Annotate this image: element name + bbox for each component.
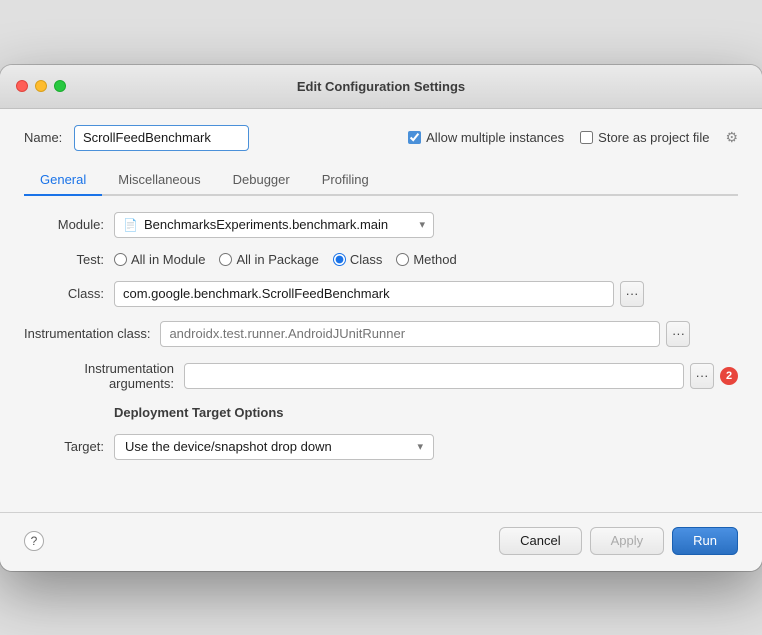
class-browse-button[interactable]: ··· [620,281,644,307]
instrumentation-class-field-row: ··· [160,321,690,347]
instrumentation-args-field-row: ··· 2 [184,363,738,389]
class-row: Class: ··· [24,281,738,307]
tab-debugger[interactable]: Debugger [217,165,306,196]
title-bar: Edit Configuration Settings [0,65,762,109]
instrumentation-args-row: Instrumentation arguments: ··· 2 [24,361,738,391]
module-text: BenchmarksExperiments.benchmark.main [144,217,414,232]
module-select[interactable]: 📄 BenchmarksExperiments.benchmark.main ▾ [114,212,434,238]
gear-icon[interactable]: ⚙ [725,129,738,146]
dialog-window: Edit Configuration Settings Name: Allow … [0,65,762,571]
bottom-bar: ? Cancel Apply Run [0,512,762,571]
tab-profiling[interactable]: Profiling [306,165,385,196]
instrumentation-class-input[interactable] [160,321,660,347]
radio-all-in-package[interactable]: All in Package [219,252,318,267]
name-label: Name: [24,130,64,145]
target-text: Use the device/snapshot drop down [125,439,417,454]
module-icon: 📄 [123,218,138,232]
close-button[interactable] [16,80,28,92]
allow-multiple-label: Allow multiple instances [426,130,564,145]
radio-all-in-module[interactable]: All in Module [114,252,205,267]
radio-method-input[interactable] [396,253,409,266]
instrumentation-args-browse-button[interactable]: ··· [690,363,714,389]
target-select[interactable]: Use the device/snapshot drop down ▾ [114,434,434,460]
cancel-button[interactable]: Cancel [499,527,581,555]
allow-multiple-checkbox[interactable] [408,131,421,144]
checkbox-group: Allow multiple instances Store as projec… [408,129,738,146]
module-label: Module: [24,217,104,232]
class-label: Class: [24,286,104,301]
radio-method[interactable]: Method [396,252,456,267]
help-button[interactable]: ? [24,531,44,551]
bottom-actions: Cancel Apply Run [499,527,738,555]
apply-button[interactable]: Apply [590,527,665,555]
class-input[interactable] [114,281,614,307]
tab-general[interactable]: General [24,165,102,196]
radio-method-label: Method [413,252,456,267]
form-section: Module: 📄 BenchmarksExperiments.benchmar… [24,212,738,460]
radio-class-input[interactable] [333,253,346,266]
radio-group: All in Module All in Package Class [114,252,457,267]
class-field-row: ··· [114,281,644,307]
target-row: Target: Use the device/snapshot drop dow… [24,434,738,460]
instrumentation-class-label: Instrumentation class: [24,326,150,341]
name-input[interactable] [74,125,249,151]
radio-all-in-module-label: All in Module [131,252,205,267]
instrumentation-args-input[interactable] [184,363,684,389]
run-button[interactable]: Run [672,527,738,555]
deployment-section-header: Deployment Target Options [114,405,738,420]
maximize-button[interactable] [54,80,66,92]
radio-all-in-package-input[interactable] [219,253,232,266]
instrumentation-class-browse-button[interactable]: ··· [666,321,690,347]
radio-class-label: Class [350,252,383,267]
instrumentation-args-badge: 2 [720,367,738,385]
form-area: Module: 📄 BenchmarksExperiments.benchmar… [24,212,738,492]
name-row: Name: Allow multiple instances Store as … [24,125,738,151]
tabs-bar: General Miscellaneous Debugger Profiling [24,165,738,196]
store-as-project-checkbox[interactable] [580,131,593,144]
radio-all-in-module-input[interactable] [114,253,127,266]
window-title: Edit Configuration Settings [297,79,465,94]
tab-miscellaneous[interactable]: Miscellaneous [102,165,216,196]
traffic-lights [16,80,66,92]
chevron-down-icon: ▾ [419,218,425,231]
test-row: Test: All in Module All in Package Cl [24,252,738,267]
allow-multiple-checkbox-label[interactable]: Allow multiple instances [408,130,564,145]
store-as-project-checkbox-label[interactable]: Store as project file [580,130,709,145]
module-row: Module: 📄 BenchmarksExperiments.benchmar… [24,212,738,238]
dialog-body: Name: Allow multiple instances Store as … [0,109,762,512]
radio-class[interactable]: Class [333,252,383,267]
minimize-button[interactable] [35,80,47,92]
target-chevron-icon: ▾ [417,440,423,453]
target-label: Target: [24,439,104,454]
instrumentation-class-row: Instrumentation class: ··· [24,321,738,347]
test-label: Test: [24,252,104,267]
radio-all-in-package-label: All in Package [236,252,318,267]
store-as-project-label: Store as project file [598,130,709,145]
instrumentation-args-label: Instrumentation arguments: [24,361,174,391]
